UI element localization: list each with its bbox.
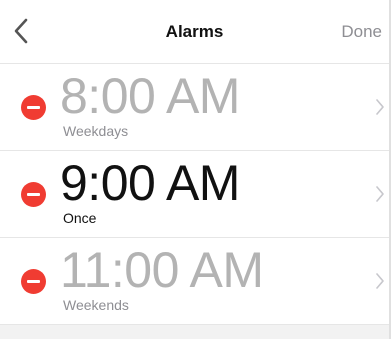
page-title: Alarms bbox=[165, 22, 224, 41]
alarm-row[interactable]: 8:00 AM Weekdays bbox=[0, 64, 389, 151]
delete-alarm-button[interactable] bbox=[21, 182, 46, 207]
alarm-repeat-label: Weekends bbox=[63, 297, 129, 313]
done-button[interactable]: Done bbox=[341, 22, 382, 42]
alarm-time: 8:00 AM bbox=[60, 68, 240, 124]
chevron-right-icon bbox=[376, 99, 384, 115]
list-footer bbox=[0, 325, 389, 339]
delete-alarm-button[interactable] bbox=[21, 95, 46, 120]
minus-icon bbox=[27, 280, 40, 283]
alarm-time: 11:00 AM bbox=[60, 242, 264, 298]
alarm-row[interactable]: 11:00 AM Weekends bbox=[0, 238, 389, 325]
minus-icon bbox=[27, 193, 40, 196]
alarms-screen: Alarms Done 8:00 AM Weekdays 9:00 AM Onc… bbox=[0, 0, 391, 339]
alarm-time: 9:00 AM bbox=[60, 155, 240, 211]
navigation-bar: Alarms Done bbox=[0, 0, 389, 64]
chevron-right-icon bbox=[376, 186, 384, 202]
delete-alarm-button[interactable] bbox=[21, 269, 46, 294]
minus-icon bbox=[27, 106, 40, 109]
chevron-right-icon bbox=[376, 273, 384, 289]
alarm-repeat-label: Weekdays bbox=[63, 123, 129, 139]
alarm-repeat-label: Once bbox=[63, 210, 97, 226]
alarm-row[interactable]: 9:00 AM Once bbox=[0, 151, 389, 238]
